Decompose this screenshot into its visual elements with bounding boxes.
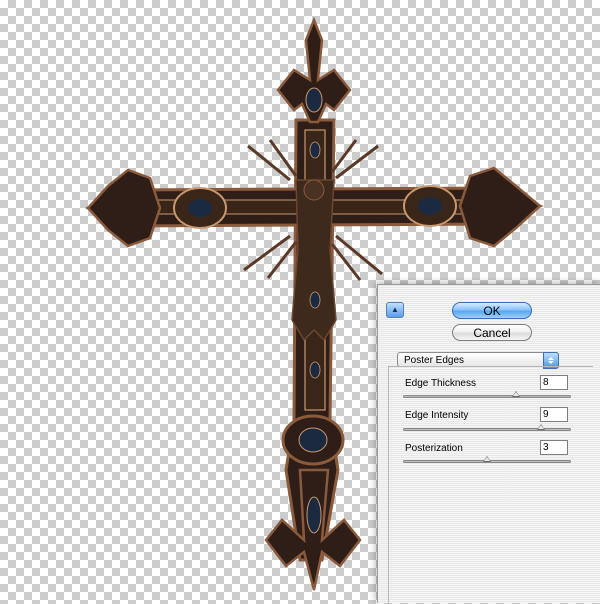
filter-settings-group [388,366,593,604]
cross-left-finial [86,168,162,248]
edge-thickness-input[interactable]: 8 [540,375,568,390]
cross-right-finial [458,166,542,248]
edge-intensity-label: Edge Intensity [405,410,469,421]
edge-intensity-slider-thumb[interactable] [536,424,545,430]
poster-edges-filter-dialog: ▲ OK Cancel Poster Edges Edge Thickness … [377,284,600,604]
cross-figure [291,179,337,342]
triangle-up-icon: ▲ [391,305,399,314]
posterization-label: Posterization [405,443,463,454]
edge-intensity-input[interactable]: 9 [540,407,568,422]
edge-thickness-slider[interactable] [403,395,571,398]
posterization-input[interactable]: 3 [540,440,568,455]
cancel-button[interactable]: Cancel [452,324,532,341]
cross-top-gem [305,87,323,113]
edge-thickness-label: Edge Thickness [405,378,476,389]
filter-select[interactable]: Poster Edges [397,352,559,369]
collapse-preview-button[interactable]: ▲ [386,302,404,318]
posterization-slider-thumb[interactable] [483,456,491,462]
filter-select-value: Poster Edges [404,355,465,366]
edge-intensity-slider[interactable] [403,428,571,431]
ok-button[interactable]: OK [452,302,532,319]
edge-thickness-slider-thumb[interactable] [511,391,520,397]
